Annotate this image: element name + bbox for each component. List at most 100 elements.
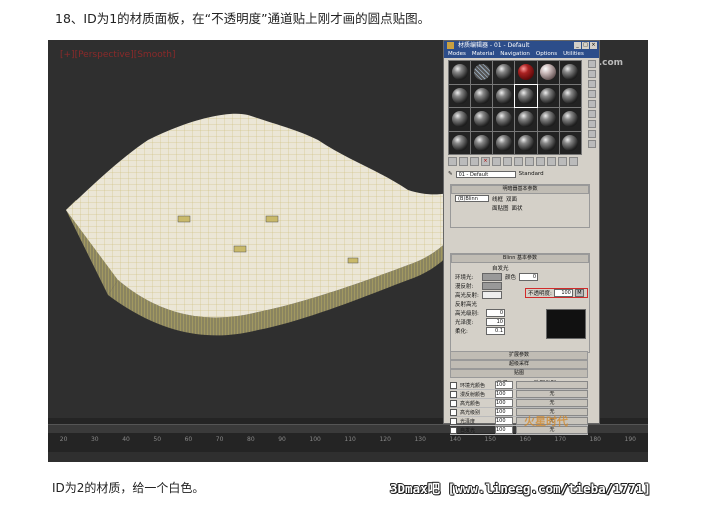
sample-slot[interactable]: [471, 84, 493, 107]
assign-to-selection-icon[interactable]: [470, 157, 479, 166]
sample-slot[interactable]: [449, 108, 471, 131]
sample-slot[interactable]: [559, 131, 581, 154]
map-amount[interactable]: 100: [495, 417, 513, 425]
map-checkbox[interactable]: [450, 399, 457, 407]
material-name-field[interactable]: 01 - Default: [455, 170, 516, 178]
menu-bar: Modes Material Navigation Options Utilit…: [444, 50, 599, 58]
put-to-library-icon[interactable]: [514, 157, 523, 166]
viewport-label[interactable]: [+][Perspective][Smooth]: [60, 50, 175, 60]
preview-icon[interactable]: [588, 110, 596, 118]
map-checkbox[interactable]: [450, 426, 457, 434]
diffuse-swatch[interactable]: [482, 281, 502, 290]
sample-slot[interactable]: [449, 61, 471, 84]
video-check-icon[interactable]: [588, 100, 596, 108]
faceted-checkbox[interactable]: 面状: [512, 204, 523, 212]
select-by-material-icon[interactable]: [588, 130, 596, 138]
menu-modes[interactable]: Modes: [448, 50, 466, 58]
map-row[interactable]: 漫反射颜色 100 无: [450, 390, 588, 399]
shader-rollout[interactable]: 明暗器基本参数: [451, 185, 589, 194]
maps-rollout[interactable]: 贴图: [450, 369, 588, 378]
map-checkbox[interactable]: [450, 417, 457, 425]
opacity-map-button[interactable]: M: [574, 289, 584, 297]
map-checkbox[interactable]: [450, 408, 457, 416]
timeline-tick: 60: [184, 436, 193, 443]
sample-slot-selected[interactable]: [514, 83, 538, 108]
sample-slot[interactable]: [493, 131, 515, 154]
menu-navigation[interactable]: Navigation: [500, 50, 530, 58]
options-icon[interactable]: [588, 120, 596, 128]
sample-slot[interactable]: [559, 61, 581, 84]
two-sided-checkbox[interactable]: 双面: [506, 195, 517, 203]
sample-slot[interactable]: [493, 108, 515, 131]
sample-slot[interactable]: [493, 84, 515, 107]
map-row[interactable]: 高光颜色 100 无: [450, 399, 588, 408]
sample-slot[interactable]: [493, 61, 515, 84]
shader-type-select[interactable]: (B)Blinn: [455, 195, 489, 202]
extended-rollout[interactable]: 扩展参数: [450, 351, 588, 360]
sample-slot[interactable]: [559, 108, 581, 131]
wire-checkbox[interactable]: 线框: [492, 195, 503, 203]
material-editor-titlebar[interactable]: 材质编辑器 - 01 - Default _ □ ×: [444, 41, 599, 50]
sample-type-icon[interactable]: [588, 60, 596, 68]
soften-spinner[interactable]: 0.1: [486, 326, 505, 335]
sample-slot[interactable]: [515, 108, 537, 131]
map-button[interactable]: 无: [516, 399, 588, 407]
specular-swatch[interactable]: [482, 290, 502, 299]
sample-slot[interactable]: [537, 84, 559, 107]
sample-slot[interactable]: [449, 131, 471, 154]
minimize-icon[interactable]: _: [574, 42, 581, 49]
sample-slot[interactable]: [471, 108, 493, 131]
sample-slot[interactable]: [559, 84, 581, 107]
material-editor[interactable]: 材质编辑器 - 01 - Default _ □ × Modes Materia…: [443, 40, 600, 435]
eyedropper-icon[interactable]: ✎: [448, 171, 453, 177]
sample-slot[interactable]: [537, 131, 559, 154]
menu-material[interactable]: Material: [472, 50, 494, 58]
glossiness-spinner[interactable]: 10: [486, 317, 505, 326]
menu-options[interactable]: Options: [536, 50, 557, 58]
material-navigator-icon[interactable]: [588, 140, 596, 148]
uv-tiling-icon[interactable]: [588, 90, 596, 98]
maximize-icon[interactable]: □: [582, 42, 589, 49]
timeline-tick: 70: [215, 436, 224, 443]
glossiness-label: 光泽度:: [455, 319, 474, 326]
face-map-checkbox[interactable]: 面贴图: [492, 204, 509, 212]
go-to-parent-icon[interactable]: [558, 157, 567, 166]
get-material-icon[interactable]: [448, 157, 457, 166]
sample-slot[interactable]: [471, 131, 493, 154]
backlight-icon[interactable]: [588, 70, 596, 78]
opacity-spinner[interactable]: 100: [553, 289, 573, 297]
sample-slot[interactable]: [537, 108, 559, 131]
ambient-swatch[interactable]: [482, 272, 502, 281]
map-amount[interactable]: 100: [495, 381, 513, 389]
close-icon[interactable]: ×: [590, 42, 597, 49]
menu-utilities[interactable]: Utilities: [563, 50, 584, 58]
map-button[interactable]: [516, 381, 588, 389]
blinn-rollout[interactable]: Blinn 基本参数: [451, 254, 589, 263]
sample-slot[interactable]: [537, 61, 559, 84]
map-checkbox[interactable]: [450, 381, 457, 389]
map-amount[interactable]: 100: [495, 426, 513, 434]
background-icon[interactable]: [588, 80, 596, 88]
show-end-result-icon[interactable]: [547, 157, 556, 166]
material-id-icon[interactable]: [525, 157, 534, 166]
sample-slot[interactable]: [515, 61, 537, 84]
go-forward-icon[interactable]: [569, 157, 578, 166]
map-row[interactable]: 环境光颜色 100: [450, 381, 588, 390]
self-illum-spinner[interactable]: 0: [519, 272, 539, 281]
make-unique-icon[interactable]: [503, 157, 512, 166]
map-amount[interactable]: 100: [495, 390, 513, 398]
map-amount[interactable]: 100: [495, 408, 513, 416]
map-button[interactable]: 无: [516, 390, 588, 398]
sample-slot[interactable]: [449, 84, 471, 107]
reset-map-icon[interactable]: ×: [481, 157, 490, 166]
sample-slot[interactable]: [515, 131, 537, 154]
map-checkbox[interactable]: [450, 390, 457, 398]
supersampling-rollout[interactable]: 超级采样: [450, 360, 588, 369]
show-map-icon[interactable]: [536, 157, 545, 166]
spec-level-spinner[interactable]: 0: [486, 308, 505, 317]
map-amount[interactable]: 100: [495, 399, 513, 407]
material-type-button[interactable]: Standard: [519, 171, 544, 177]
sample-slot[interactable]: [471, 61, 493, 84]
put-to-scene-icon[interactable]: [459, 157, 468, 166]
make-copy-icon[interactable]: [492, 157, 501, 166]
